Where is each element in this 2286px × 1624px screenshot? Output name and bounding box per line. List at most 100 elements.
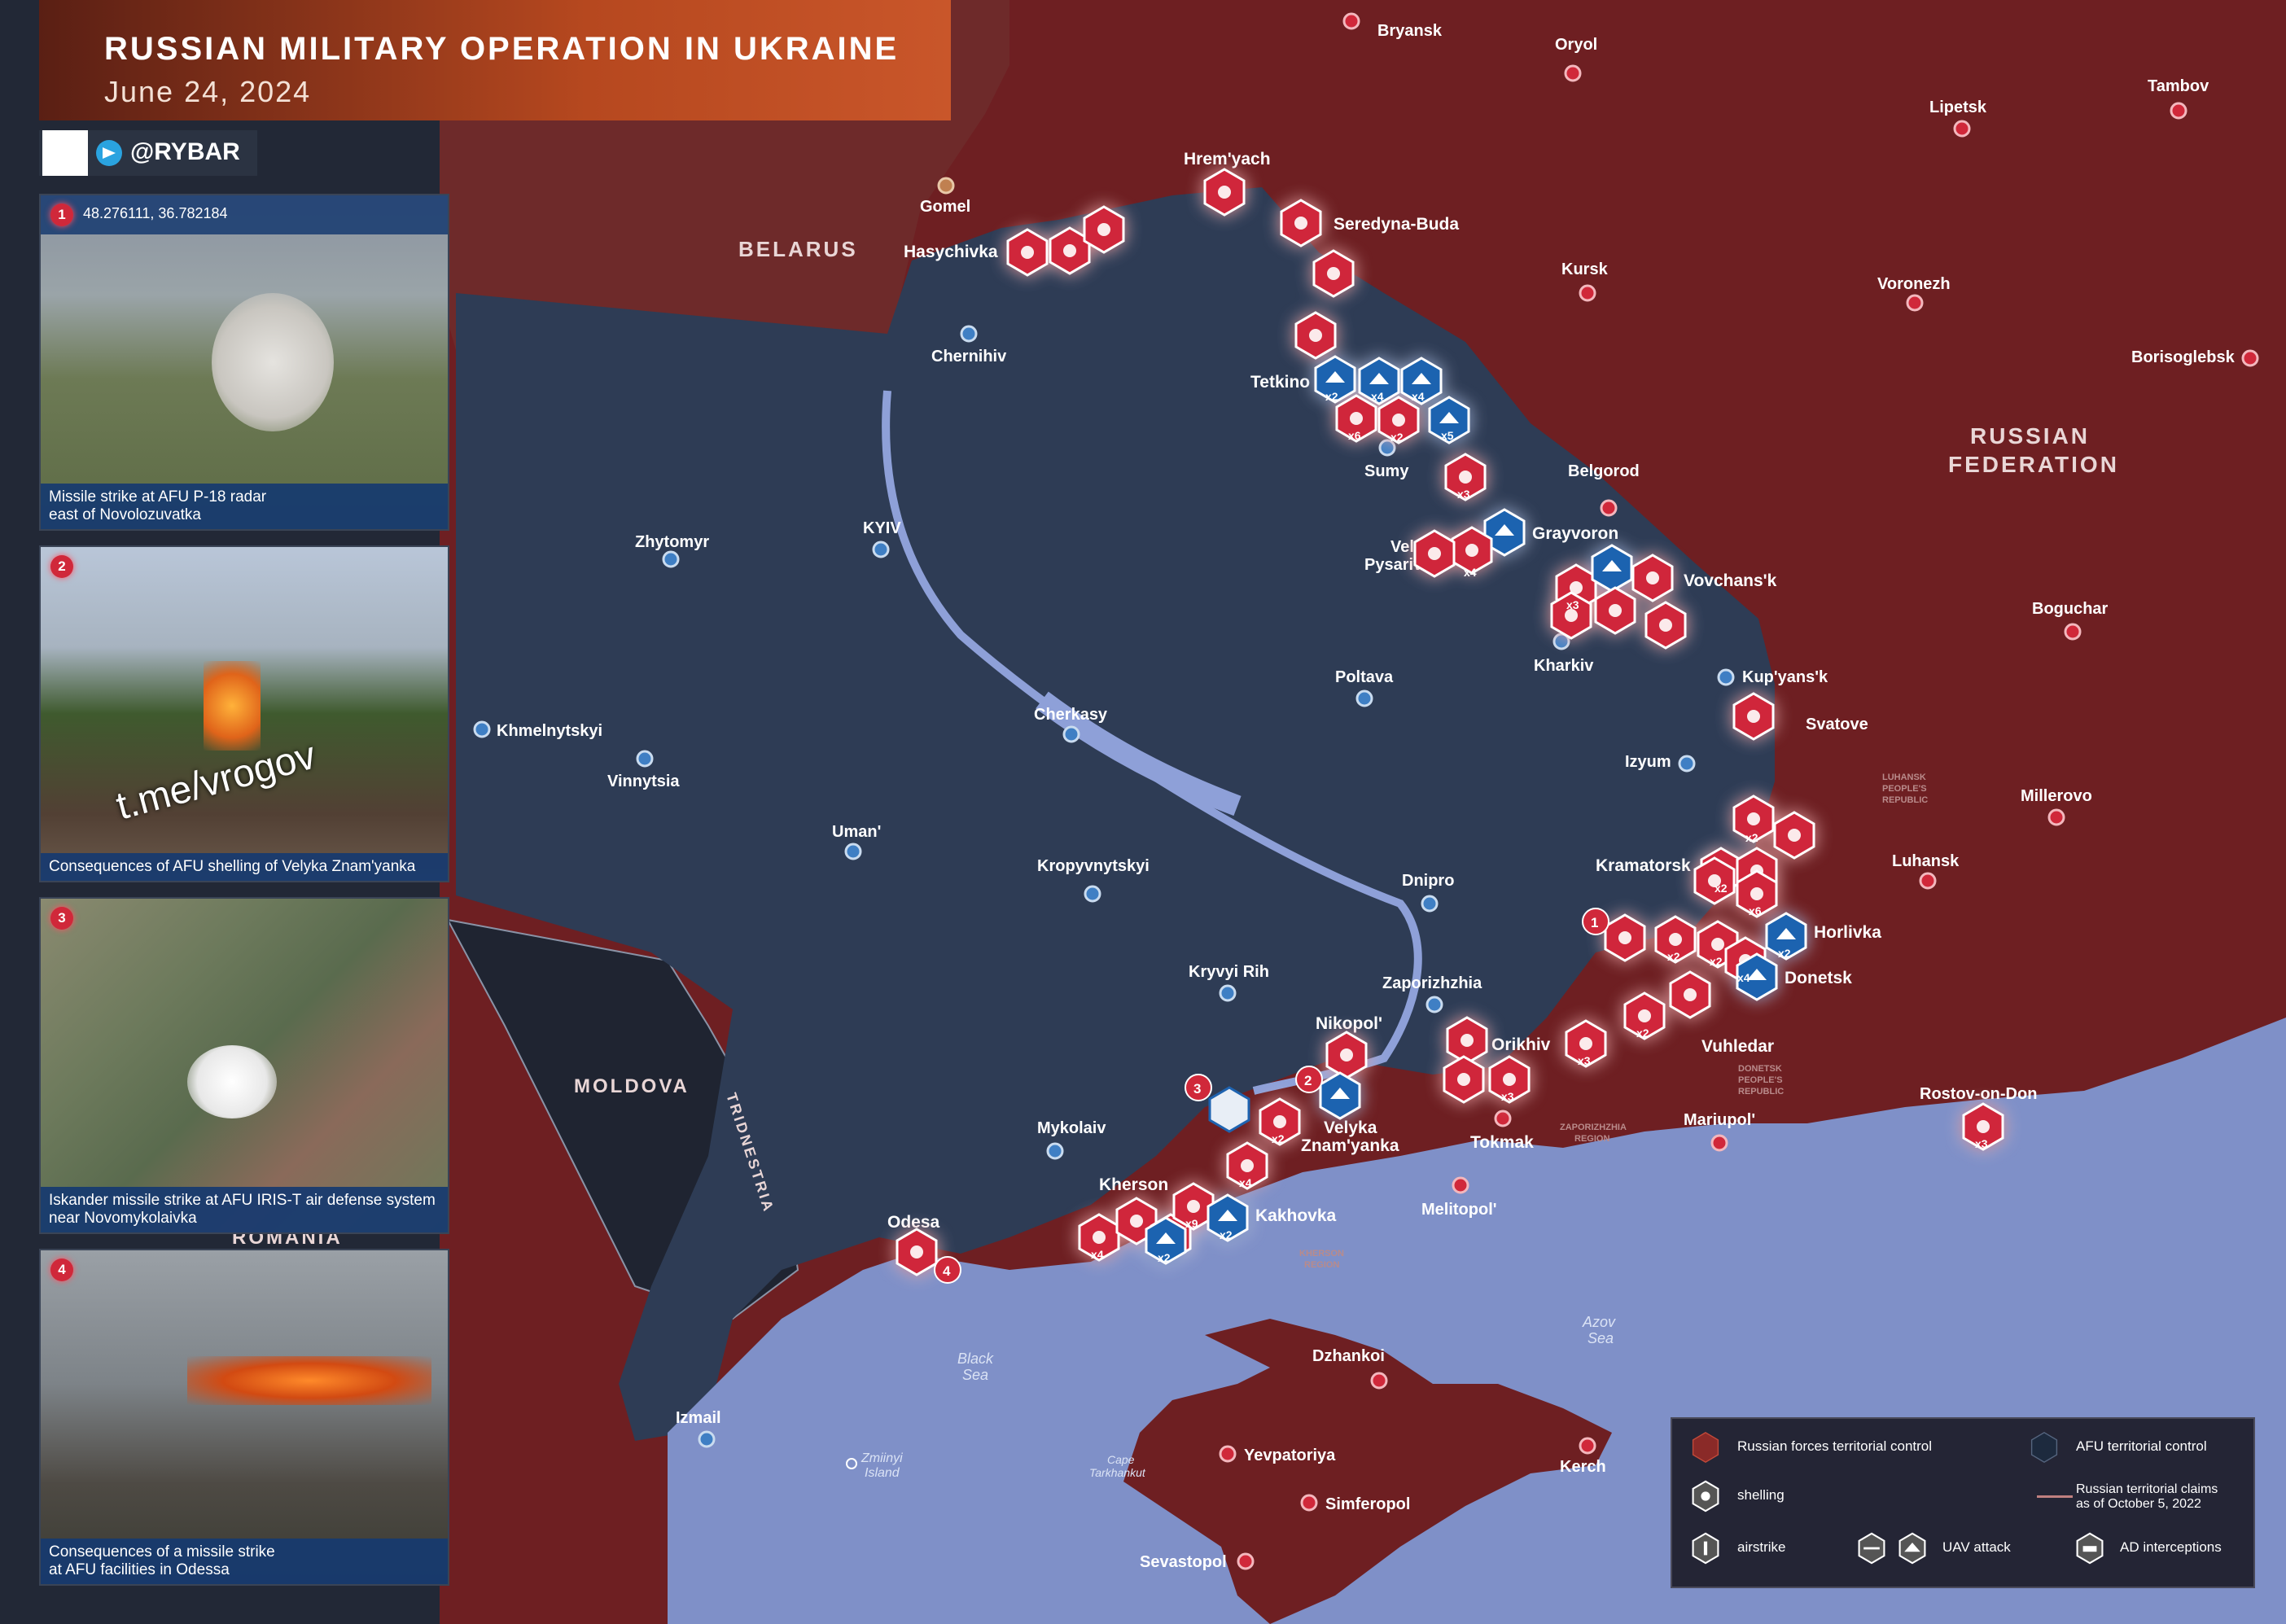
city-izmail: Izmail bbox=[676, 1409, 721, 1427]
donetsk-region-label-3: REPUBLIC bbox=[1738, 1087, 1784, 1097]
mult-kramatorsk-2: x2 bbox=[1714, 882, 1728, 895]
legend-russian-hex-icon bbox=[1692, 1431, 1719, 1464]
city-dnipro: Dnipro bbox=[1402, 872, 1454, 890]
city-kherson: Kherson bbox=[1099, 1175, 1168, 1194]
city-vovchansk: Vovchans'k bbox=[1684, 571, 1777, 590]
city-mykolaiv: Mykolaiv bbox=[1037, 1119, 1106, 1137]
mult-orikhiv-2: x3 bbox=[1578, 1054, 1591, 1067]
city-sevastopol: Sevastopol bbox=[1140, 1553, 1227, 1571]
photo-panel-1: 1 48.276111, 36.782184 Missile strike at… bbox=[39, 194, 449, 531]
city-seredyna-buda: Seredyna-Buda bbox=[1334, 215, 1459, 234]
city-velyka-znamyanka: Velyka bbox=[1324, 1118, 1377, 1137]
black-sea-label: Black bbox=[957, 1350, 994, 1367]
city-kropyvnytskyi: Kropyvnytskyi bbox=[1037, 857, 1150, 875]
city-gomel: Gomel bbox=[920, 198, 970, 216]
mult-donetsk-1: x2 bbox=[1667, 950, 1680, 963]
city-kakhovka: Kakhovka bbox=[1255, 1206, 1337, 1225]
mult-orikhiv-1: x3 bbox=[1501, 1090, 1514, 1103]
mult-kherson-4: x2 bbox=[1158, 1251, 1171, 1264]
city-boguchar: Boguchar bbox=[2032, 600, 2109, 618]
panel-1-caption: Missile strike at AFU P-18 radar east of… bbox=[41, 484, 448, 529]
luhansk-region-label-3: REPUBLIC bbox=[1882, 795, 1928, 805]
panel-4-caption-line-1: Consequences of a missile strike bbox=[49, 1543, 275, 1561]
zaporizhzhia-region-label-2: REGION bbox=[1574, 1134, 1609, 1144]
city-poltava: Poltava bbox=[1335, 668, 1394, 686]
photo-panel-2: 2 t.me/vrogov Consequences of AFU shelli… bbox=[39, 545, 449, 882]
legend-russian-control: Russian forces territorial control bbox=[1737, 1438, 1933, 1454]
moldova-label: MOLDOVA bbox=[574, 1075, 690, 1097]
black-sea-label-2: Sea bbox=[962, 1367, 988, 1383]
legend-claims-line-2: as of October 5, 2022 bbox=[2076, 1497, 2201, 1511]
map-legend: Russian forces territorial control AFU t… bbox=[1671, 1417, 2255, 1588]
map-badge-1: 1 bbox=[1591, 915, 1598, 930]
city-kyiv: KYIV bbox=[863, 519, 901, 537]
panel-3-caption: Iskander missile strike at AFU IRIS-T ai… bbox=[41, 1187, 448, 1232]
panel-3-caption-line-2: near Novomykolaivka bbox=[49, 1210, 197, 1227]
city-nikopol: Nikopol' bbox=[1316, 1014, 1382, 1033]
city-zhytomyr: Zhytomyr bbox=[635, 533, 709, 551]
city-borisoglebsk: Borisoglebsk bbox=[2131, 348, 2236, 366]
city-melitopol: Melitopol' bbox=[1421, 1201, 1497, 1219]
belarus-label: BELARUS bbox=[738, 237, 858, 261]
mult-kherson-5: x2 bbox=[1220, 1228, 1233, 1241]
panel-1-caption-line-1: Missile strike at AFU P-18 radar bbox=[49, 488, 267, 506]
map-badge-2: 2 bbox=[1304, 1073, 1312, 1088]
city-millerovo: Millerovo bbox=[2021, 787, 2092, 805]
legend-shelling-icon bbox=[1692, 1480, 1719, 1512]
mult-kherson-1: x4 bbox=[1239, 1176, 1252, 1189]
brand-text: @RYBAR bbox=[130, 138, 240, 165]
brand-handle[interactable]: @RYBAR bbox=[96, 138, 240, 166]
city-vinnytsia: Vinnytsia bbox=[607, 773, 680, 790]
legend-uav-icon-1 bbox=[1858, 1532, 1885, 1565]
brand-bar: @RYBAR bbox=[39, 130, 257, 176]
city-uman: Uman' bbox=[832, 823, 881, 841]
city-vuhledar: Vuhledar bbox=[1701, 1037, 1774, 1056]
legend-uav-icon-2 bbox=[1898, 1532, 1926, 1565]
city-kharkiv: Kharkiv bbox=[1534, 657, 1594, 675]
mult-donetsk-3: x4 bbox=[1737, 971, 1750, 984]
zmiinyi-label: Zmiinyi bbox=[861, 1451, 903, 1465]
telegram-icon bbox=[96, 140, 122, 166]
mult-sumy: x3 bbox=[1457, 488, 1470, 501]
mult-vovchansk: x3 bbox=[1566, 598, 1579, 611]
mult-tetkino-6: x5 bbox=[1441, 429, 1454, 442]
panel-1-badge: 1 bbox=[50, 204, 73, 226]
russia-label-2: FEDERATION bbox=[1948, 452, 2119, 477]
photo-panel-4: 4 Consequences of a missile strike at AF… bbox=[39, 1249, 449, 1586]
city-kerch: Kerch bbox=[1560, 1458, 1606, 1476]
zmiinyi-label-2: Island bbox=[865, 1466, 900, 1480]
mult-nikopol: x2 bbox=[1272, 1132, 1285, 1145]
panel-2-badge: 2 bbox=[50, 555, 73, 578]
fire-icon bbox=[204, 661, 261, 751]
city-bryansk: Bryansk bbox=[1377, 22, 1443, 40]
kherson-region-label: KHERSON bbox=[1299, 1249, 1344, 1258]
legend-airstrike: airstrike bbox=[1737, 1539, 1786, 1555]
mult-kramatorsk-1: x2 bbox=[1745, 831, 1758, 844]
city-mariupol: Mariupol' bbox=[1684, 1111, 1755, 1129]
building-fire bbox=[187, 1356, 431, 1405]
legend-ad-icon bbox=[2076, 1532, 2104, 1565]
panel-4-badge: 4 bbox=[50, 1258, 73, 1281]
mult-tetkino-4: x6 bbox=[1348, 429, 1361, 442]
tarkhankut-label: Cape bbox=[1107, 1453, 1135, 1466]
donetsk-region-label: DONETSK bbox=[1738, 1064, 1782, 1074]
panel-3-caption-line-1: Iskander missile strike at AFU IRIS-T ai… bbox=[49, 1192, 436, 1209]
legend-claims-line-icon bbox=[2037, 1495, 2073, 1498]
legend-uav: UAV attack bbox=[1942, 1539, 2011, 1555]
tarkhankut-label-2: Tarkhankut bbox=[1089, 1466, 1146, 1479]
legend-claims-line-1: Russian territorial claims bbox=[2076, 1482, 2218, 1496]
mult-kramatorsk-3: x6 bbox=[1749, 904, 1762, 917]
map-badge-3: 3 bbox=[1193, 1081, 1201, 1097]
mult-tetkino-5: x2 bbox=[1390, 431, 1404, 444]
luhansk-region-label: LUHANSK bbox=[1882, 773, 1926, 782]
mult-tetkino-2: x4 bbox=[1371, 390, 1384, 403]
legend-shelling: shelling bbox=[1737, 1487, 1785, 1503]
russia-label-1: RUSSIAN bbox=[1970, 423, 2090, 449]
city-rostov: Rostov-on-Don bbox=[1920, 1085, 2037, 1103]
city-sumy: Sumy bbox=[1364, 462, 1409, 480]
city-grayvoron: Grayvoron bbox=[1532, 524, 1618, 543]
city-velyka-znamyanka-2: Znam'yanka bbox=[1301, 1136, 1399, 1155]
city-odesa: Odesa bbox=[887, 1213, 940, 1232]
city-dzhankoi: Dzhankoi bbox=[1312, 1347, 1385, 1365]
city-kursk: Kursk bbox=[1561, 260, 1609, 278]
